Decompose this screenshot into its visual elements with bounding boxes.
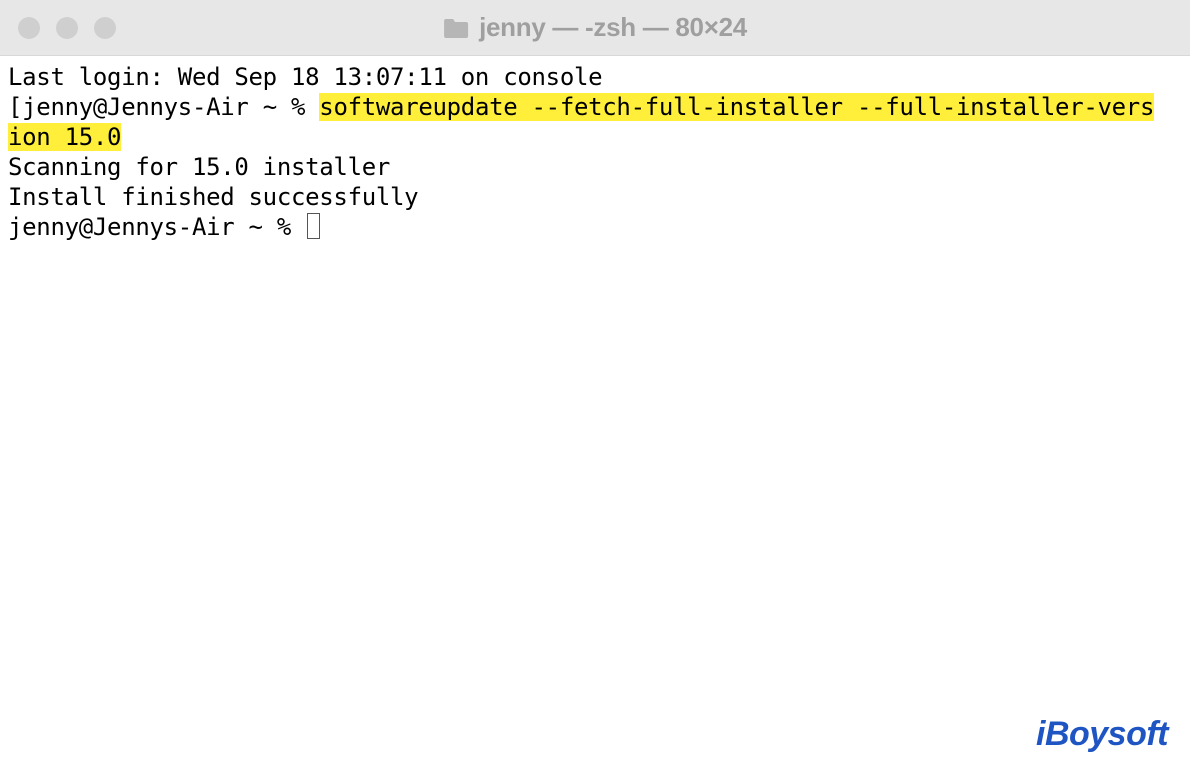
folder-icon — [443, 17, 469, 39]
window-title: jenny — -zsh — 80×24 — [443, 12, 747, 43]
output-line-1: Scanning for 15.0 installer — [8, 153, 390, 181]
prompt-bracket: [ — [8, 93, 22, 121]
window-titlebar: jenny — -zsh — 80×24 — [0, 0, 1190, 56]
terminal-output-area[interactable]: Last login: Wed Sep 18 13:07:11 on conso… — [0, 56, 1190, 248]
command-highlight-line2: ion 15.0 — [8, 123, 121, 151]
watermark-logo: iBoysoft — [1036, 715, 1168, 754]
output-line-2: Install finished successfully — [8, 183, 418, 211]
traffic-lights — [18, 17, 116, 39]
terminal-cursor — [307, 213, 320, 239]
close-window-button[interactable] — [18, 17, 40, 39]
command-highlight-line1: softwareupdate --fetch-full-installer --… — [319, 93, 1154, 121]
shell-prompt-1: jenny@Jennys-Air ~ % — [22, 93, 319, 121]
watermark-text: iBoysoft — [1036, 715, 1168, 753]
window-title-text: jenny — -zsh — 80×24 — [479, 12, 747, 43]
minimize-window-button[interactable] — [56, 17, 78, 39]
shell-prompt-2: jenny@Jennys-Air ~ % — [8, 213, 305, 241]
last-login-line: Last login: Wed Sep 18 13:07:11 on conso… — [8, 63, 602, 91]
maximize-window-button[interactable] — [94, 17, 116, 39]
